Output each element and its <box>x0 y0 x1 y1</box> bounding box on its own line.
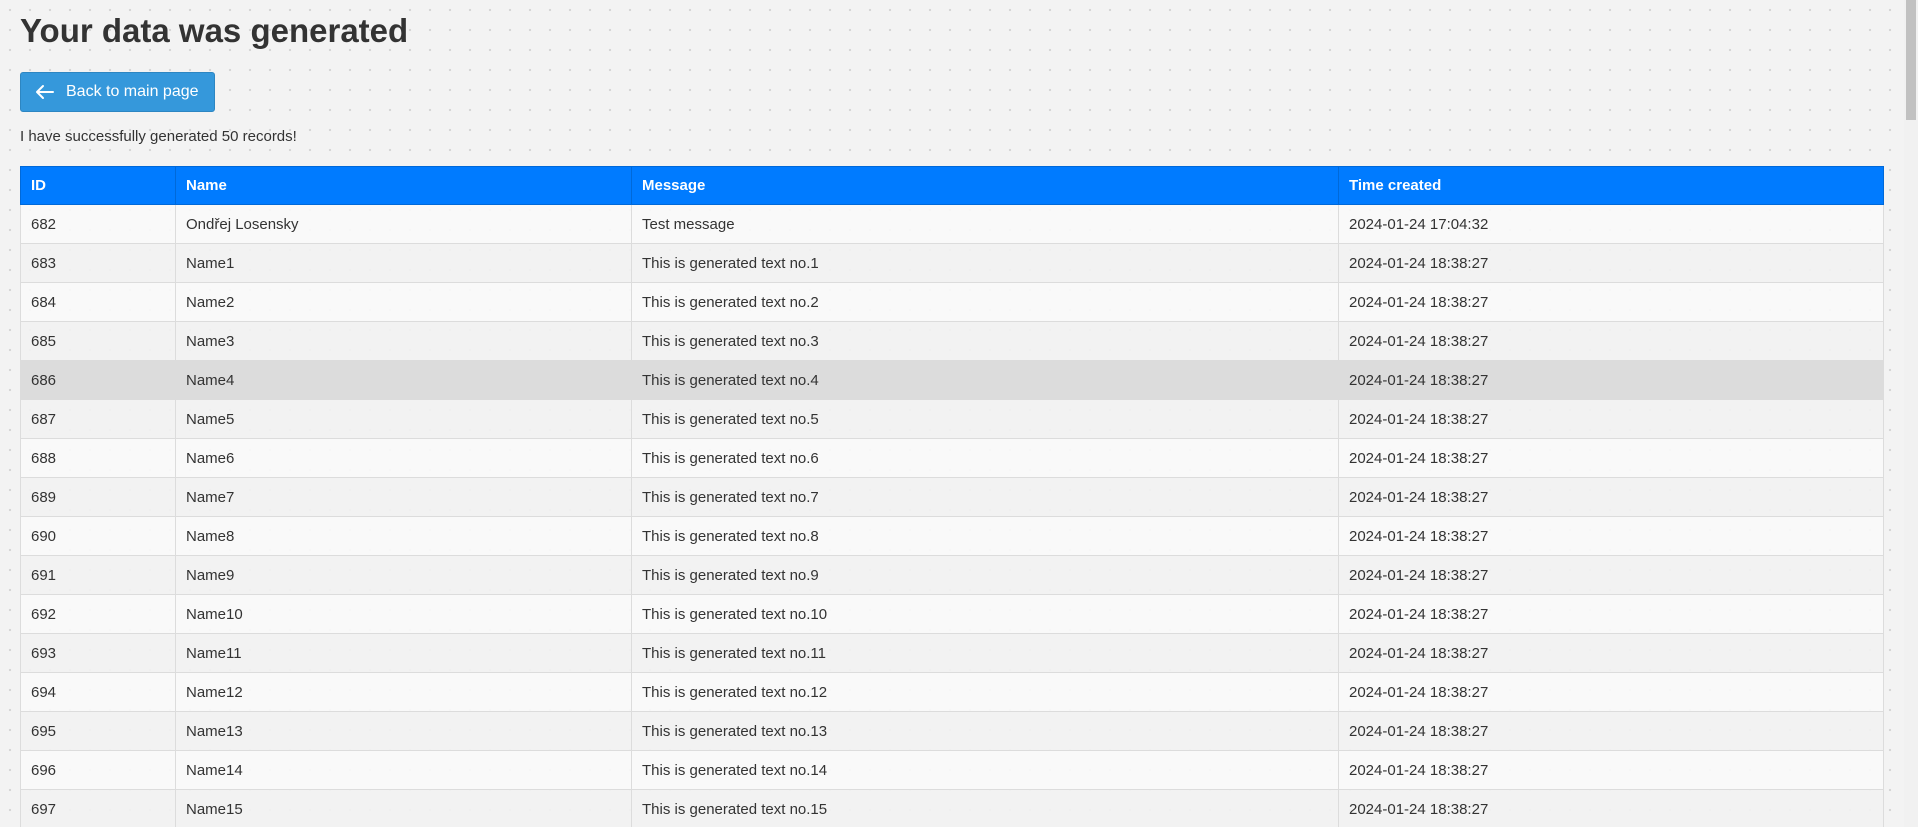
cell-id: 695 <box>20 711 176 751</box>
column-header-id[interactable]: ID <box>20 166 176 205</box>
table-row[interactable]: 695 Name13 This is generated text no.13 202… <box>20 711 1884 751</box>
cell-id: 688 <box>20 438 176 478</box>
cell-name: Name3 <box>175 321 632 361</box>
cell-id: 686 <box>20 360 176 400</box>
cell-time-created: 2024-01-24 18:38:27 <box>1338 399 1884 439</box>
cell-time-created: 2024-01-24 18:38:27 <box>1338 477 1884 517</box>
cell-message: This is generated text no.4 <box>631 360 1339 400</box>
table-row[interactable]: 692 Name10 This is generated text no.10 202… <box>20 594 1884 634</box>
cell-id: 694 <box>20 672 176 712</box>
back-button-label: Back to main page <box>66 83 199 100</box>
cell-name: Name6 <box>175 438 632 478</box>
cell-id: 697 <box>20 789 176 827</box>
cell-id: 689 <box>20 477 176 517</box>
table-row[interactable]: 693 Name11 This is generated text no.11 202… <box>20 633 1884 673</box>
table-body: 682 Ondřej Losensky Test message 2024-01-24… <box>20 204 1884 827</box>
cell-message: This is generated text no.5 <box>631 399 1339 439</box>
scrollbar-thumb[interactable] <box>1906 0 1916 120</box>
cell-name: Name9 <box>175 555 632 595</box>
cell-name: Name13 <box>175 711 632 751</box>
cell-message: This is generated text no.7 <box>631 477 1339 517</box>
cell-name: Name14 <box>175 750 632 790</box>
cell-id: 696 <box>20 750 176 790</box>
cell-message: This is generated text no.14 <box>631 750 1339 790</box>
cell-message: This is generated text no.9 <box>631 555 1339 595</box>
cell-time-created: 2024-01-24 18:38:27 <box>1338 516 1884 556</box>
column-header-message[interactable]: Message <box>631 166 1339 205</box>
cell-time-created: 2024-01-24 18:38:27 <box>1338 243 1884 283</box>
cell-time-created: 2024-01-24 18:38:27 <box>1338 633 1884 673</box>
cell-message: This is generated text no.1 <box>631 243 1339 283</box>
cell-message: This is generated text no.15 <box>631 789 1339 827</box>
cell-id: 690 <box>20 516 176 556</box>
cell-message: This is generated text no.10 <box>631 594 1339 634</box>
cell-message: This is generated text no.11 <box>631 633 1339 673</box>
cell-time-created: 2024-01-24 17:04:32 <box>1338 204 1884 244</box>
table-row[interactable]: 684 Name2 This is generated text no.2 2024-… <box>20 282 1884 322</box>
arrow-left-icon <box>36 85 54 99</box>
cell-id: 691 <box>20 555 176 595</box>
cell-time-created: 2024-01-24 18:38:27 <box>1338 555 1884 595</box>
cell-name: Name12 <box>175 672 632 712</box>
records-table: ID Name Message Time created 682 Ondřej L… <box>20 166 1884 827</box>
cell-name: Name5 <box>175 399 632 439</box>
cell-message: This is generated text no.8 <box>631 516 1339 556</box>
cell-name: Ondřej Losensky <box>175 204 632 244</box>
column-header-time-created[interactable]: Time created <box>1338 166 1884 205</box>
cell-name: Name7 <box>175 477 632 517</box>
cell-name: Name2 <box>175 282 632 322</box>
cell-id: 684 <box>20 282 176 322</box>
cell-time-created: 2024-01-24 18:38:27 <box>1338 282 1884 322</box>
cell-name: Name8 <box>175 516 632 556</box>
table-row[interactable]: 694 Name12 This is generated text no.12 202… <box>20 672 1884 712</box>
cell-time-created: 2024-01-24 18:38:27 <box>1338 711 1884 751</box>
cell-id: 687 <box>20 399 176 439</box>
cell-message: This is generated text no.6 <box>631 438 1339 478</box>
table-row[interactable]: 690 Name8 This is generated text no.8 2024-… <box>20 516 1884 556</box>
column-header-name[interactable]: Name <box>175 166 632 205</box>
table-row[interactable]: 691 Name9 This is generated text no.9 2024-… <box>20 555 1884 595</box>
table-row[interactable]: 696 Name14 This is generated text no.14 202… <box>20 750 1884 790</box>
cell-name: Name11 <box>175 633 632 673</box>
cell-time-created: 2024-01-24 18:38:27 <box>1338 594 1884 634</box>
back-to-main-page-button[interactable]: Back to main page <box>20 72 215 112</box>
cell-name: Name15 <box>175 789 632 827</box>
cell-message: Test message <box>631 204 1339 244</box>
table-row[interactable]: 685 Name3 This is generated text no.3 2024-… <box>20 321 1884 361</box>
table-row[interactable]: 683 Name1 This is generated text no.1 2024-… <box>20 243 1884 283</box>
cell-id: 692 <box>20 594 176 634</box>
cell-message: This is generated text no.13 <box>631 711 1339 751</box>
cell-time-created: 2024-01-24 18:38:27 <box>1338 789 1884 827</box>
cell-time-created: 2024-01-24 18:38:27 <box>1338 321 1884 361</box>
table-row[interactable]: 697 Name15 This is generated text no.15 202… <box>20 789 1884 827</box>
cell-message: This is generated text no.2 <box>631 282 1339 322</box>
cell-name: Name1 <box>175 243 632 283</box>
table-row[interactable]: 686 Name4 This is generated text no.4 2024-… <box>20 360 1884 400</box>
cell-id: 682 <box>20 204 176 244</box>
cell-time-created: 2024-01-24 18:38:27 <box>1338 360 1884 400</box>
table-header-row: ID Name Message Time created <box>20 166 1884 205</box>
cell-name: Name10 <box>175 594 632 634</box>
cell-time-created: 2024-01-24 18:38:27 <box>1338 750 1884 790</box>
page-content: Your data was generated Back to main pag… <box>20 0 1884 827</box>
cell-id: 693 <box>20 633 176 673</box>
cell-id: 685 <box>20 321 176 361</box>
table-row[interactable]: 682 Ondřej Losensky Test message 2024-01-24… <box>20 204 1884 244</box>
page-title: Your data was generated <box>20 12 409 49</box>
table-row[interactable]: 687 Name5 This is generated text no.5 2024-… <box>20 399 1884 439</box>
cell-time-created: 2024-01-24 18:38:27 <box>1338 672 1884 712</box>
table-row[interactable]: 688 Name6 This is generated text no.6 2024-… <box>20 438 1884 478</box>
vertical-scrollbar[interactable] <box>1904 0 1918 827</box>
table-row[interactable]: 689 Name7 This is generated text no.7 2024-… <box>20 477 1884 517</box>
cell-message: This is generated text no.12 <box>631 672 1339 712</box>
cell-time-created: 2024-01-24 18:38:27 <box>1338 438 1884 478</box>
cell-id: 683 <box>20 243 176 283</box>
cell-message: This is generated text no.3 <box>631 321 1339 361</box>
cell-name: Name4 <box>175 360 632 400</box>
status-message: I have successfully generated 50 records… <box>20 128 297 145</box>
